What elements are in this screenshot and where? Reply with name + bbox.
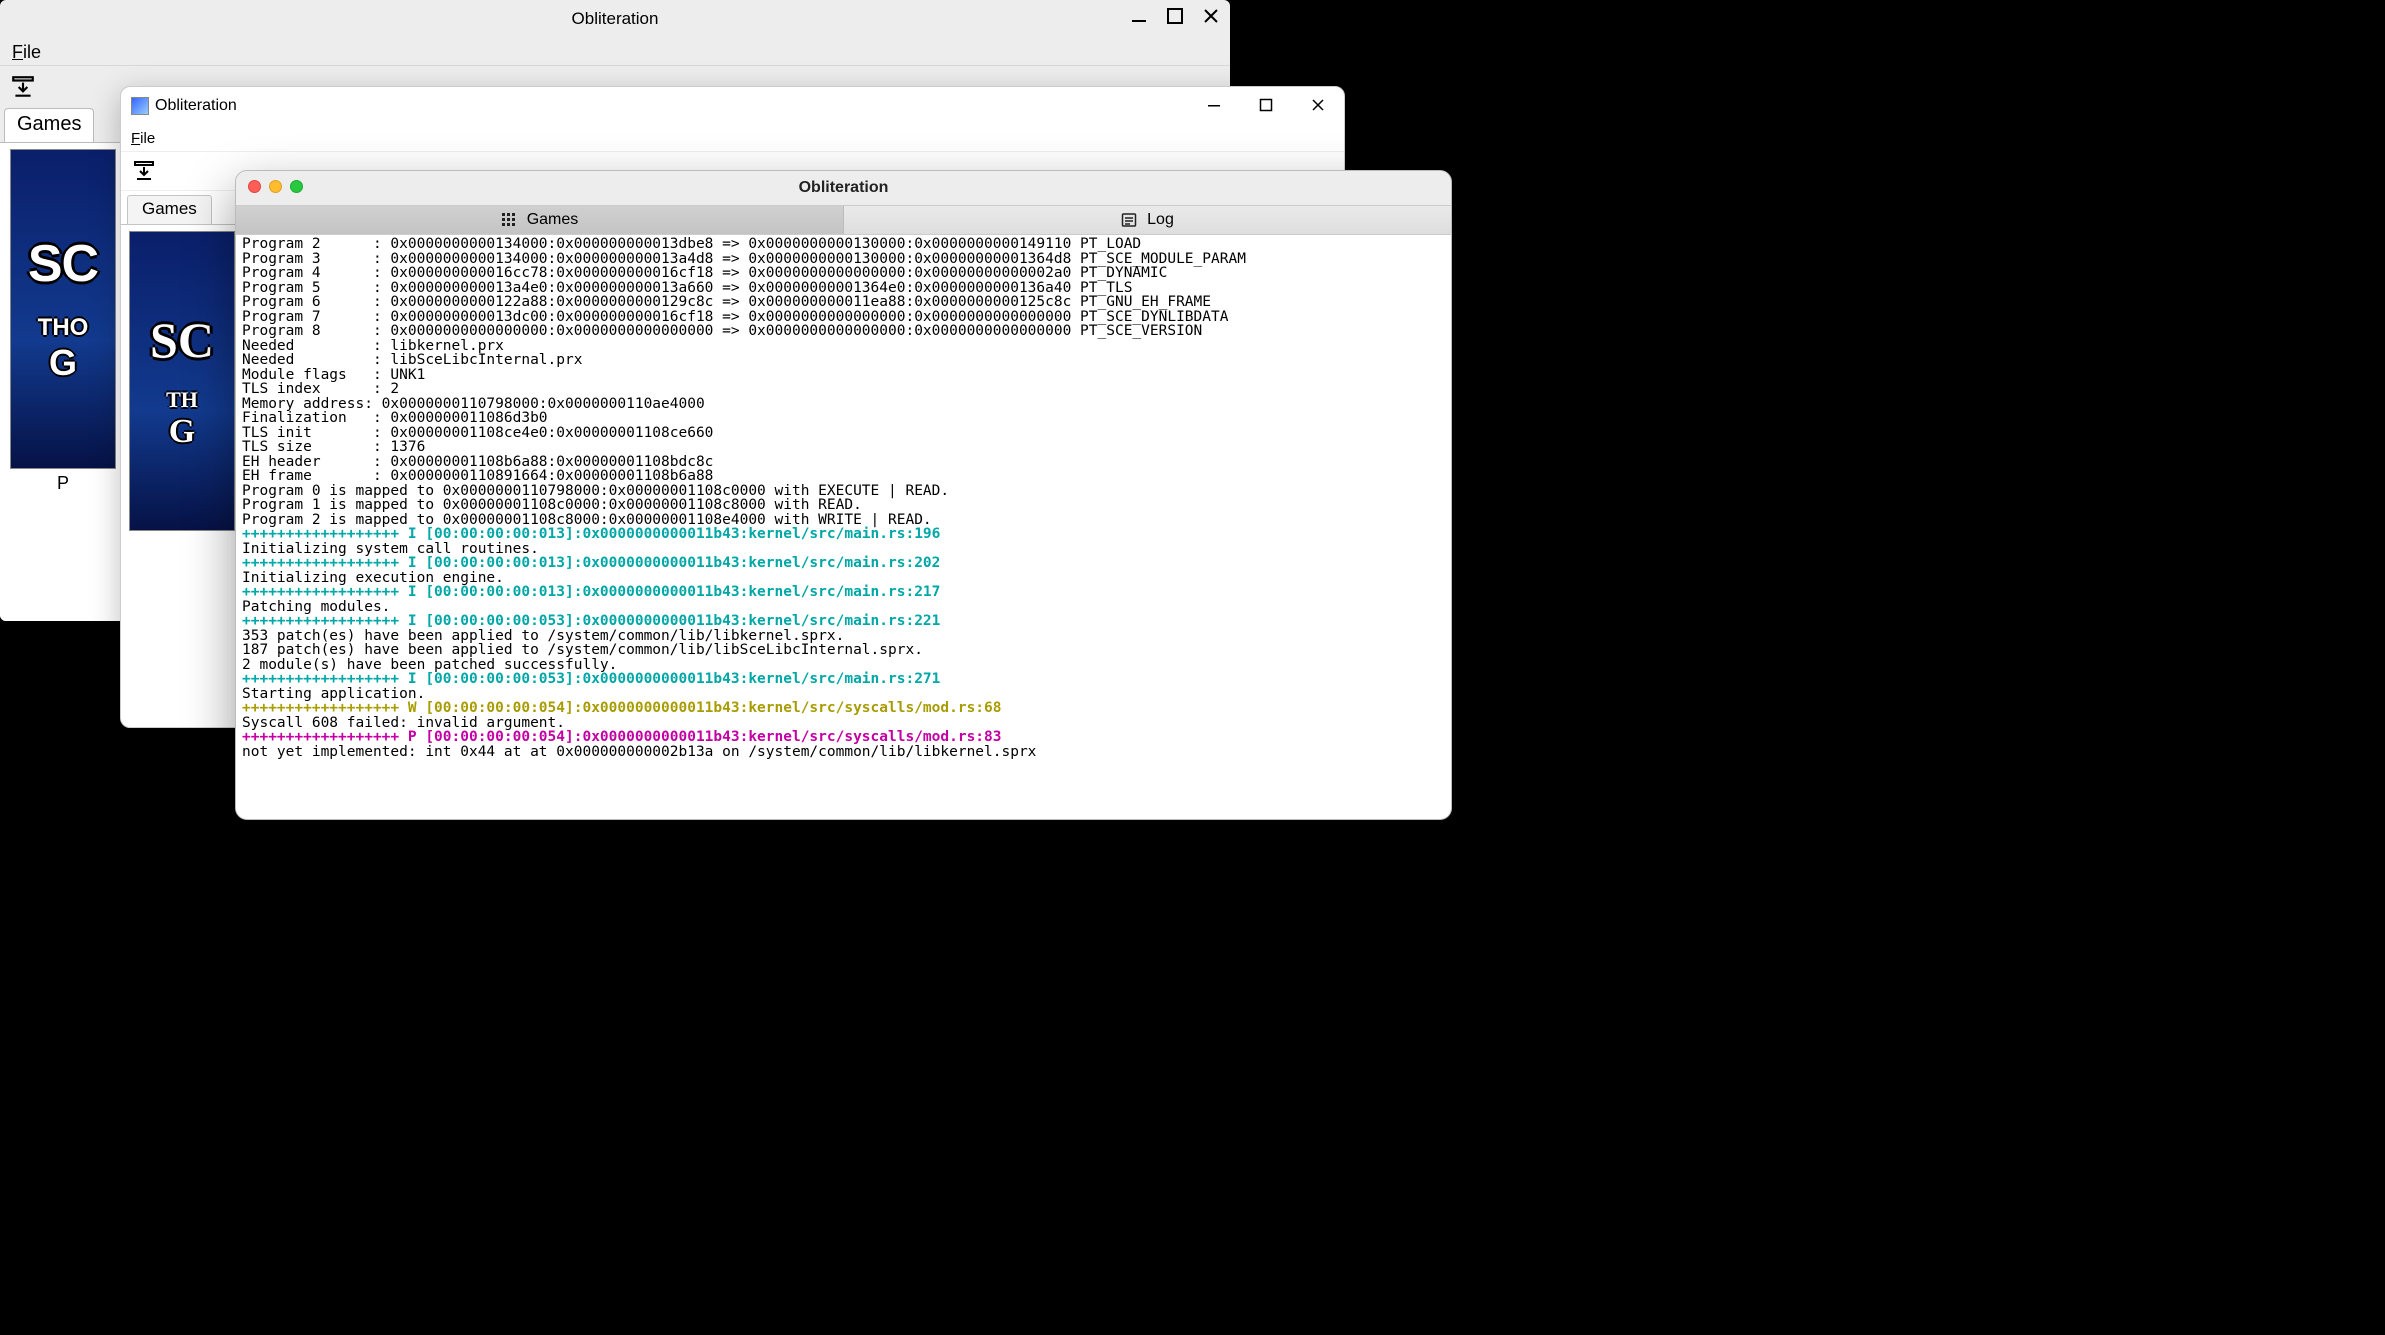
game-tile[interactable]: SC TH G bbox=[127, 231, 237, 531]
log-line: Program 4 : 0x000000000016cc78:0x0000000… bbox=[242, 266, 1445, 281]
log-line: Program 1 is mapped to 0x00000001108c000… bbox=[242, 498, 1445, 513]
log-line: 187 patch(es) have been applied to /syst… bbox=[242, 643, 1445, 658]
log-line: ++++++++++++++++++ I [00:00:00:00:013]:0… bbox=[242, 585, 1445, 600]
log-line: not yet implemented: int 0x44 at at 0x00… bbox=[242, 745, 1445, 760]
log-line: 2 module(s) have been patched successful… bbox=[242, 658, 1445, 673]
game-label: P bbox=[57, 473, 69, 494]
game-art: SC TH G bbox=[129, 231, 235, 531]
tab-row: Games Log bbox=[236, 205, 1451, 235]
art-line1: SC bbox=[150, 311, 214, 369]
log-line: EH header : 0x00000001108b6a88:0x0000000… bbox=[242, 455, 1445, 470]
game-tile[interactable]: SC THO G P bbox=[8, 149, 118, 494]
log-line: ++++++++++++++++++ I [00:00:00:00:053]:0… bbox=[242, 614, 1445, 629]
minimize-button[interactable] bbox=[269, 180, 282, 193]
tab-log[interactable]: Log bbox=[844, 206, 1451, 234]
log-line: Initializing system call routines. bbox=[242, 542, 1445, 557]
log-line: Program 5 : 0x000000000013a4e0:0x0000000… bbox=[242, 281, 1445, 296]
log-line: Memory address: 0x0000000110798000:0x000… bbox=[242, 397, 1445, 412]
log-line: Module flags : UNK1 bbox=[242, 368, 1445, 383]
tab-games[interactable]: Games bbox=[4, 108, 94, 142]
minimize-button[interactable] bbox=[1126, 4, 1152, 28]
window-controls bbox=[1126, 4, 1224, 28]
log-line: Needed : libkernel.prx bbox=[242, 339, 1445, 354]
log-line: TLS size : 1376 bbox=[242, 440, 1445, 455]
game-art: SC THO G bbox=[10, 149, 116, 469]
window-title: Obliteration bbox=[572, 9, 659, 29]
log-output[interactable]: Program 2 : 0x0000000000134000:0x0000000… bbox=[236, 235, 1451, 819]
menubar: File bbox=[121, 125, 1344, 151]
install-icon[interactable] bbox=[129, 156, 159, 186]
install-icon[interactable] bbox=[8, 72, 38, 102]
maximize-button[interactable] bbox=[1162, 4, 1188, 28]
log-line: ++++++++++++++++++ I [00:00:00:00:013]:0… bbox=[242, 556, 1445, 571]
close-button[interactable] bbox=[1198, 4, 1224, 28]
minimize-button[interactable] bbox=[1188, 87, 1240, 123]
titlebar[interactable]: Obliteration bbox=[0, 0, 1230, 38]
close-button[interactable] bbox=[1292, 87, 1344, 123]
log-line: Syscall 608 failed: invalid argument. bbox=[242, 716, 1445, 731]
window-controls bbox=[248, 180, 303, 193]
log-line: ++++++++++++++++++ P [00:00:00:00:054]:0… bbox=[242, 730, 1445, 745]
art-line3: G bbox=[49, 342, 77, 384]
log-line: TLS index : 2 bbox=[242, 382, 1445, 397]
zoom-button[interactable] bbox=[290, 180, 303, 193]
log-line: Program 7 : 0x000000000013dc00:0x0000000… bbox=[242, 310, 1445, 325]
log-line: EH frame : 0x0000000110891664:0x00000001… bbox=[242, 469, 1445, 484]
close-button[interactable] bbox=[248, 180, 261, 193]
tab-games[interactable]: Games bbox=[127, 195, 212, 224]
log-line: ++++++++++++++++++ I [00:00:00:00:053]:0… bbox=[242, 672, 1445, 687]
app-icon bbox=[131, 97, 149, 115]
log-line: Program 2 : 0x0000000000134000:0x0000000… bbox=[242, 237, 1445, 252]
log-line: Initializing execution engine. bbox=[242, 571, 1445, 586]
log-icon bbox=[1121, 212, 1137, 228]
tab-label: Log bbox=[1147, 211, 1174, 229]
log-line: Patching modules. bbox=[242, 600, 1445, 615]
log-line: Program 8 : 0x0000000000000000:0x0000000… bbox=[242, 324, 1445, 339]
grid-icon bbox=[501, 212, 517, 228]
log-line: 353 patch(es) have been applied to /syst… bbox=[242, 629, 1445, 644]
art-line2: TH bbox=[166, 387, 198, 413]
tab-games[interactable]: Games bbox=[236, 206, 844, 234]
menu-file[interactable]: File bbox=[131, 130, 155, 147]
log-line: ++++++++++++++++++ I [00:00:00:00:013]:0… bbox=[242, 527, 1445, 542]
titlebar[interactable]: Obliteration bbox=[121, 87, 1344, 125]
log-line: Program 6 : 0x0000000000122a88:0x0000000… bbox=[242, 295, 1445, 310]
log-line: Program 2 is mapped to 0x00000001108c800… bbox=[242, 513, 1445, 528]
log-line: TLS init : 0x00000001108ce4e0:0x00000001… bbox=[242, 426, 1445, 441]
art-line2: THO bbox=[38, 314, 89, 342]
window-title: Obliteration bbox=[799, 179, 889, 197]
window-title: Obliteration bbox=[155, 97, 237, 115]
art-line3: G bbox=[169, 413, 195, 451]
window-front: Obliteration Games Log Program 2 bbox=[235, 170, 1452, 820]
log-line: Starting application. bbox=[242, 687, 1445, 702]
log-line: Needed : libSceLibcInternal.prx bbox=[242, 353, 1445, 368]
window-controls bbox=[1188, 87, 1344, 123]
log-line: Program 0 is mapped to 0x000000011079800… bbox=[242, 484, 1445, 499]
art-line1: SC bbox=[28, 234, 98, 294]
maximize-button[interactable] bbox=[1240, 87, 1292, 123]
log-line: Finalization : 0x000000011086d3b0 bbox=[242, 411, 1445, 426]
titlebar[interactable]: Obliteration bbox=[236, 171, 1451, 205]
log-line: ++++++++++++++++++ W [00:00:00:00:054]:0… bbox=[242, 701, 1445, 716]
menubar: File bbox=[0, 38, 1230, 66]
tab-label: Games bbox=[527, 211, 579, 229]
menu-file[interactable]: File bbox=[12, 42, 41, 63]
log-line: Program 3 : 0x0000000000134000:0x0000000… bbox=[242, 252, 1445, 267]
